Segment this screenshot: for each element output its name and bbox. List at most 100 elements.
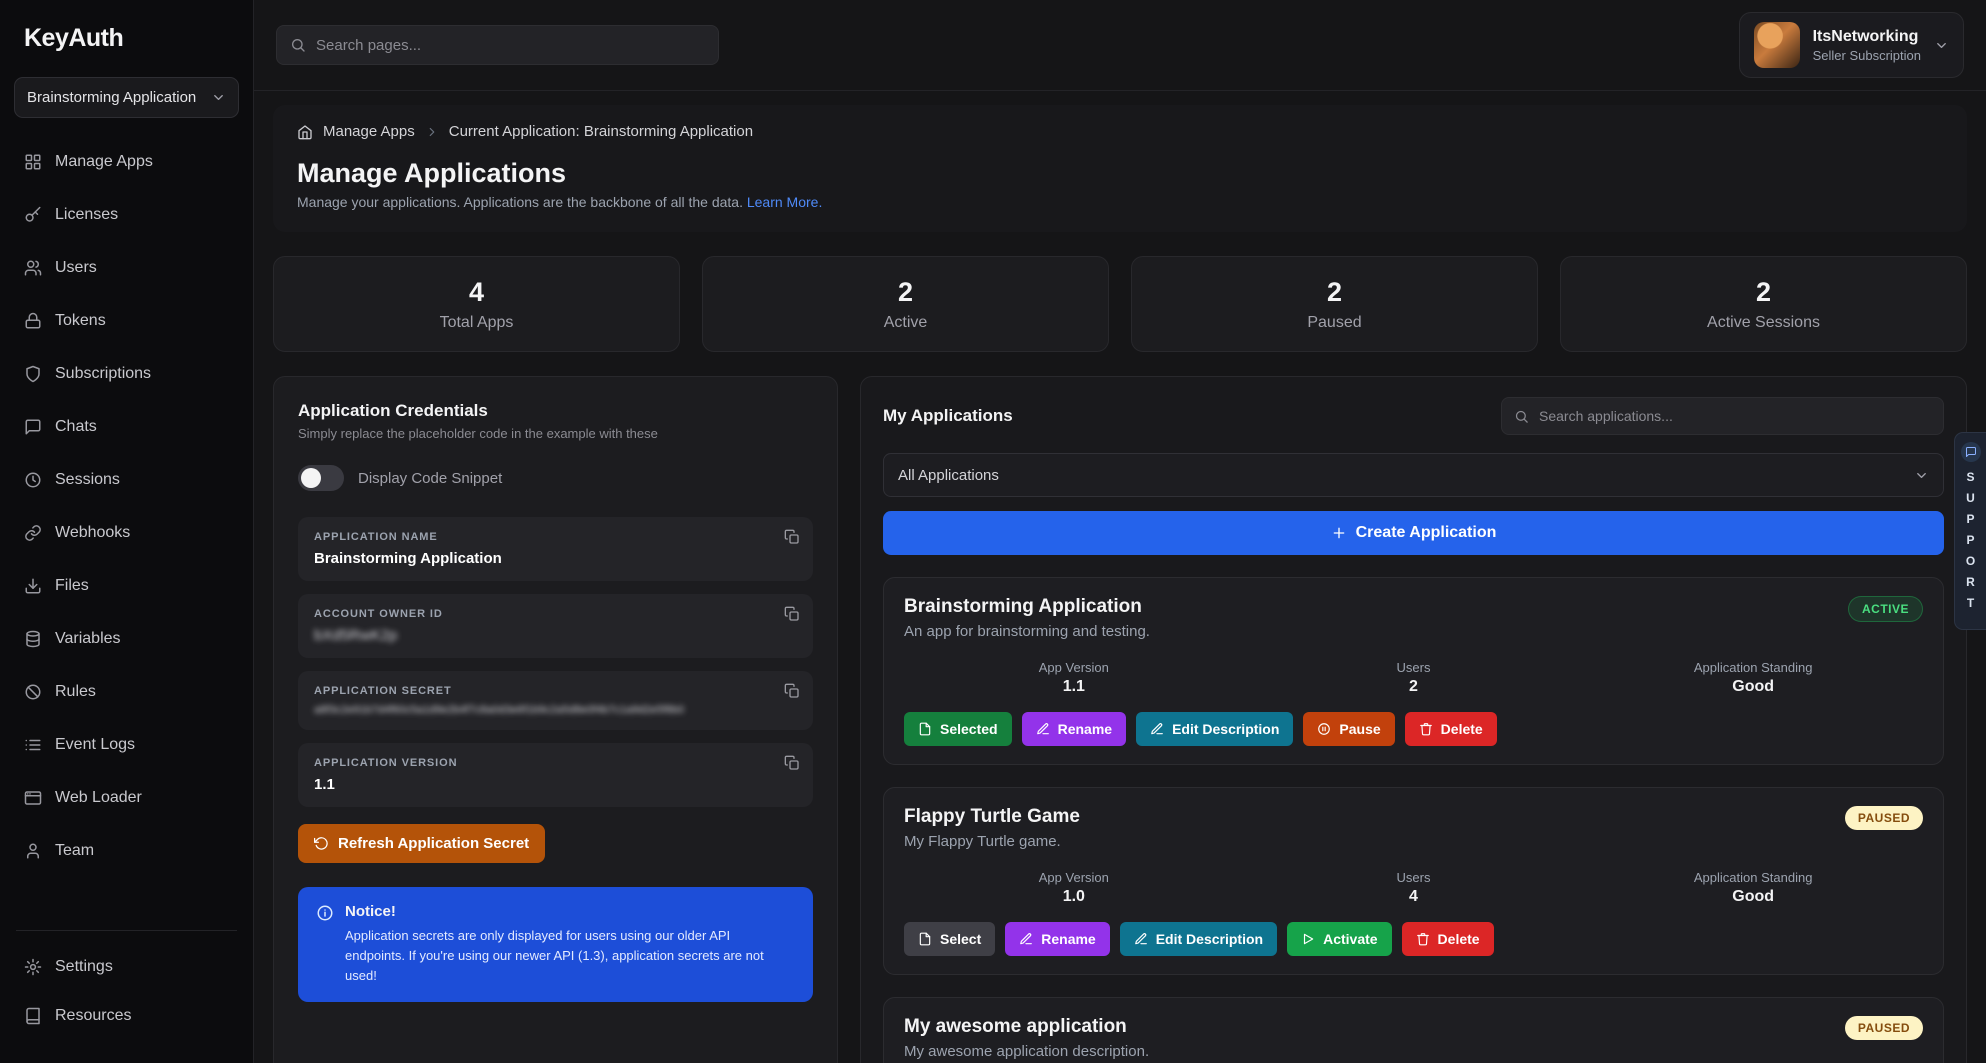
sidebar-item-web-loader[interactable]: Web Loader bbox=[14, 778, 239, 818]
stat-total-apps: 4 Total Apps bbox=[273, 256, 680, 352]
main-area: ItsNetworking Seller Subscription Manage… bbox=[254, 0, 1986, 1063]
sidebar-item-variables[interactable]: Variables bbox=[14, 619, 239, 659]
credentials-subtitle: Simply replace the placeholder code in t… bbox=[298, 426, 813, 441]
applications-title: My Applications bbox=[883, 406, 1013, 426]
webhook-icon bbox=[24, 524, 42, 542]
rename-button[interactable]: Rename bbox=[1005, 922, 1109, 956]
edit-description-button[interactable]: Edit Description bbox=[1120, 922, 1277, 956]
gear-icon bbox=[24, 958, 42, 976]
page-title: Manage Applications bbox=[297, 158, 1943, 189]
topbar: ItsNetworking Seller Subscription bbox=[254, 0, 1986, 91]
rename-button[interactable]: Rename bbox=[1022, 712, 1126, 746]
sidebar-item-event-logs[interactable]: Event Logs bbox=[14, 725, 239, 765]
support-tab[interactable]: SUPPORT bbox=[1954, 432, 1986, 630]
edit-description-button[interactable]: Edit Description bbox=[1136, 712, 1293, 746]
database-icon bbox=[24, 630, 42, 648]
user-menu[interactable]: ItsNetworking Seller Subscription bbox=[1739, 12, 1964, 78]
notice-content: Notice! Application secrets are only dis… bbox=[345, 903, 775, 986]
applications-filter-select[interactable]: All Applications bbox=[883, 453, 1944, 497]
sidebar-item-webhooks[interactable]: Webhooks bbox=[14, 513, 239, 553]
download-icon bbox=[24, 577, 42, 595]
support-label: SUPPORT bbox=[1964, 470, 1978, 617]
my-applications-panel: My Applications All Applications Create … bbox=[860, 376, 1967, 1063]
app-name: Brainstorming Application bbox=[904, 596, 1150, 618]
content: Manage Apps Current Application: Brainst… bbox=[254, 91, 1986, 1063]
breadcrumb-root[interactable]: Manage Apps bbox=[323, 123, 415, 140]
app-meta: App Version1.1 Users2 Application Standi… bbox=[904, 660, 1923, 696]
learn-more-link[interactable]: Learn More. bbox=[747, 194, 822, 210]
pencil-icon bbox=[1036, 722, 1050, 736]
sidebar-item-manage-apps[interactable]: Manage Apps bbox=[14, 142, 239, 182]
user-name: ItsNetworking bbox=[1813, 28, 1921, 46]
chevron-right-icon bbox=[425, 125, 439, 139]
sidebar-item-files[interactable]: Files bbox=[14, 566, 239, 606]
user-subscription: Seller Subscription bbox=[1813, 48, 1921, 63]
pause-button[interactable]: Pause bbox=[1303, 712, 1394, 746]
application-credentials-panel: Application Credentials Simply replace t… bbox=[273, 376, 838, 1063]
activate-button[interactable]: Activate bbox=[1287, 922, 1391, 956]
sidebar-divider bbox=[16, 930, 237, 931]
notice-title: Notice! bbox=[345, 903, 775, 920]
copy-icon[interactable] bbox=[784, 606, 800, 622]
chevron-down-icon bbox=[211, 90, 226, 105]
display-code-toggle[interactable] bbox=[298, 465, 344, 491]
chevron-down-icon bbox=[1934, 38, 1949, 53]
stat-active-sessions: 2 Active Sessions bbox=[1560, 256, 1967, 352]
file-icon bbox=[918, 722, 932, 736]
sidebar-item-chats[interactable]: Chats bbox=[14, 407, 239, 447]
app-name: Flappy Turtle Game bbox=[904, 806, 1080, 828]
refresh-application-secret-button[interactable]: Refresh Application Secret bbox=[298, 824, 545, 863]
sidebar-item-subscriptions[interactable]: Subscriptions bbox=[14, 354, 239, 394]
grid-icon bbox=[24, 153, 42, 171]
ban-icon bbox=[24, 683, 42, 701]
sidebar-item-settings[interactable]: Settings bbox=[14, 947, 239, 987]
app-card-brainstorming-application: Brainstorming Application An app for bra… bbox=[883, 577, 1944, 765]
global-search-input[interactable] bbox=[316, 37, 705, 54]
sidebar-item-licenses[interactable]: Licenses bbox=[14, 195, 239, 235]
application-selector-label: Brainstorming Application bbox=[27, 89, 196, 106]
user-icon bbox=[24, 842, 42, 860]
delete-button[interactable]: Delete bbox=[1402, 922, 1494, 956]
copy-icon[interactable] bbox=[784, 755, 800, 771]
app-actions: Select Rename Edit Description Activate … bbox=[904, 922, 1923, 956]
copy-icon[interactable] bbox=[784, 529, 800, 545]
redacted-value: a8f3c2e91b7d4f60c5a1d9e2b4f7c8a0d3e6f1b9… bbox=[314, 704, 797, 716]
breadcrumb: Manage Apps Current Application: Brainst… bbox=[297, 123, 1943, 140]
chevron-down-icon bbox=[1914, 468, 1929, 483]
stat-paused: 2 Paused bbox=[1131, 256, 1538, 352]
user-meta: ItsNetworking Seller Subscription bbox=[1813, 28, 1921, 63]
book-icon bbox=[24, 1007, 42, 1025]
info-icon bbox=[316, 904, 334, 986]
file-icon bbox=[918, 932, 932, 946]
sidebar-item-tokens[interactable]: Tokens bbox=[14, 301, 239, 341]
app-name: My awesome application bbox=[904, 1016, 1149, 1038]
create-application-button[interactable]: Create Application bbox=[883, 511, 1944, 555]
field-application-name: APPLICATION NAME Brainstorming Applicati… bbox=[298, 517, 813, 581]
users-icon bbox=[24, 259, 42, 277]
sidebar-spacer bbox=[14, 884, 239, 922]
delete-button[interactable]: Delete bbox=[1405, 712, 1497, 746]
global-search[interactable] bbox=[276, 25, 719, 65]
toggle-knob bbox=[301, 468, 321, 488]
sidebar-item-sessions[interactable]: Sessions bbox=[14, 460, 239, 500]
toggle-label: Display Code Snippet bbox=[358, 470, 502, 487]
keyauth-logo: KeyAuth bbox=[14, 22, 239, 55]
sidebar-item-resources[interactable]: Resources bbox=[14, 996, 239, 1036]
applications-search-input[interactable] bbox=[1539, 408, 1931, 424]
applications-header: My Applications bbox=[883, 397, 1944, 435]
home-icon[interactable] bbox=[297, 124, 313, 140]
avatar bbox=[1754, 22, 1800, 68]
select-button[interactable]: Select bbox=[904, 922, 995, 956]
selected-button[interactable]: Selected bbox=[904, 712, 1012, 746]
app-actions: Selected Rename Edit Description Pause D… bbox=[904, 712, 1923, 746]
sidebar-item-rules[interactable]: Rules bbox=[14, 672, 239, 712]
field-application-version: APPLICATION VERSION 1.1 bbox=[298, 743, 813, 807]
application-selector-dropdown[interactable]: Brainstorming Application bbox=[14, 77, 239, 118]
pencil-icon bbox=[1019, 932, 1033, 946]
breadcrumb-current: Current Application: Brainstorming Appli… bbox=[449, 123, 753, 140]
copy-icon[interactable] bbox=[784, 683, 800, 699]
refresh-icon bbox=[314, 836, 329, 851]
applications-search[interactable] bbox=[1501, 397, 1944, 435]
sidebar-item-team[interactable]: Team bbox=[14, 831, 239, 871]
sidebar-item-users[interactable]: Users bbox=[14, 248, 239, 288]
